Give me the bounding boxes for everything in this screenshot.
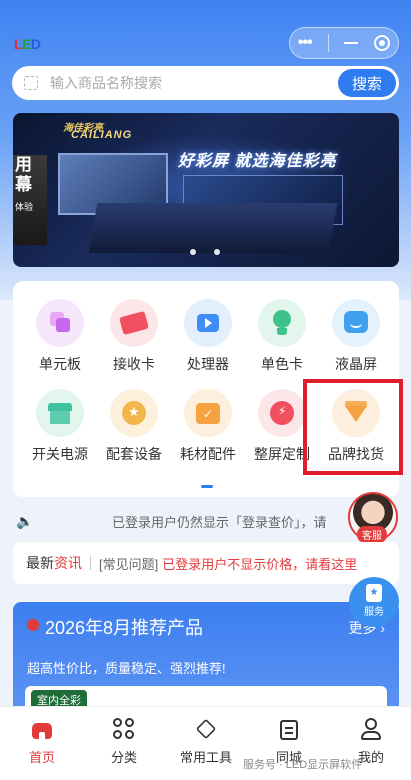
banner-dot	[214, 249, 220, 255]
store-icon	[36, 389, 84, 437]
category-label: 处理器	[187, 356, 229, 372]
more-menu-button[interactable]: •••	[298, 34, 313, 52]
search-button[interactable]: 搜索	[338, 69, 396, 97]
highlight-box	[303, 379, 403, 475]
category-label: 耗材配件	[180, 446, 236, 462]
category-label: 开关电源	[32, 446, 88, 462]
notice-text: 已登录用户仍然显示「登录查价」，请	[112, 514, 327, 530]
category-scroll-indicator	[201, 485, 213, 488]
tab-diamond[interactable]: 常用工具	[176, 717, 236, 766]
alarm-icon: ⚡	[258, 389, 306, 437]
banner-dot	[190, 249, 196, 255]
bulb-icon	[258, 299, 306, 347]
screen-face-icon	[332, 299, 380, 347]
category-label: 液晶屏	[335, 356, 377, 372]
category-item-ticket[interactable]: 接收卡	[97, 299, 171, 374]
banner-side-panel: 用 幕体验	[13, 155, 47, 245]
scan-icon[interactable]	[24, 76, 38, 90]
diamond-outline-icon	[194, 717, 218, 741]
banner-pagination	[190, 249, 220, 255]
ticket-icon	[110, 299, 158, 347]
tab-label: 分类	[110, 750, 137, 765]
news-title-suffix: 资讯	[54, 555, 82, 571]
banner-slogan: 好彩屏 就选海佳彩亮	[178, 153, 337, 170]
video-icon	[184, 299, 232, 347]
category-item-store[interactable]: 开关电源	[23, 389, 97, 464]
tab-label: 首页	[28, 750, 55, 765]
category-item-screen-face[interactable]: 液晶屏	[319, 299, 393, 374]
grid-icon	[112, 717, 136, 741]
app-logo: LED	[14, 36, 41, 52]
category-item-video[interactable]: 处理器	[171, 299, 245, 374]
category-label: 单色卡	[261, 356, 303, 372]
recommend-title: 2026年8月推荐产品	[45, 618, 204, 638]
news-headline: 已登录用户不显示价格，请看这里	[162, 556, 358, 572]
news-divider	[90, 556, 91, 570]
news-title-prefix: 最新	[26, 555, 54, 571]
module-icon	[36, 299, 84, 347]
category-label: 配套设备	[106, 446, 162, 462]
minimize-button[interactable]	[344, 42, 359, 44]
service-label: 服务	[364, 607, 384, 618]
speaker-icon: 🔈	[16, 512, 34, 529]
category-item-calendar[interactable]: ✓ 耗材配件	[171, 389, 245, 464]
category-item-module[interactable]: 单元板	[23, 299, 97, 374]
user-icon	[359, 717, 383, 741]
banner-stage-image	[88, 203, 338, 253]
capsule-divider	[327, 34, 329, 52]
banner-brand-en: CAILIANG	[71, 129, 133, 141]
home-icon	[30, 717, 54, 741]
category-label: 接收卡	[113, 356, 155, 372]
customer-service-label: 客服	[357, 526, 387, 543]
calendar-icon: ✓	[184, 389, 232, 437]
tab-grid[interactable]: 分类	[94, 717, 154, 766]
news-category: [常见问题]	[99, 556, 159, 572]
notice-bar[interactable]: 🔈 已登录用户仍然显示「登录查价」，请	[0, 507, 346, 535]
fire-icon	[27, 619, 39, 631]
service-icon: ★	[366, 584, 382, 602]
clipboard-icon	[277, 717, 301, 741]
service-button[interactable]: ★ 服务	[349, 577, 399, 627]
tab-label: 常用工具	[179, 750, 232, 765]
category-item-medal[interactable]: ★ 配套设备	[97, 389, 171, 464]
category-item-bulb[interactable]: 单色卡	[245, 299, 319, 374]
tab-home[interactable]: 首页	[12, 717, 72, 766]
recommend-section: 2026年8月推荐产品 更多 › 超高性价比，质量稳定、强烈推荐! 室内全彩	[13, 602, 399, 716]
medal-icon: ★	[110, 389, 158, 437]
close-miniprogram-button[interactable]	[374, 35, 391, 51]
category-label: 单元板	[39, 356, 81, 372]
search-bar: 搜索	[12, 66, 399, 100]
search-input[interactable]	[50, 75, 320, 91]
miniprogram-capsule: •••	[289, 27, 399, 59]
news-bar[interactable]: 最新 资讯 [常见问题] 已登录用户不显示价格，请看这里	[13, 542, 399, 584]
recommend-subtitle: 超高性价比，质量稳定、强烈推荐!	[27, 661, 226, 676]
watermark-text: 服务号 · LED显示屏软件	[243, 759, 363, 771]
promo-banner[interactable]: 海佳彩亮 CAILIANG 好彩屏 就选海佳彩亮 用 幕体验	[13, 113, 399, 267]
